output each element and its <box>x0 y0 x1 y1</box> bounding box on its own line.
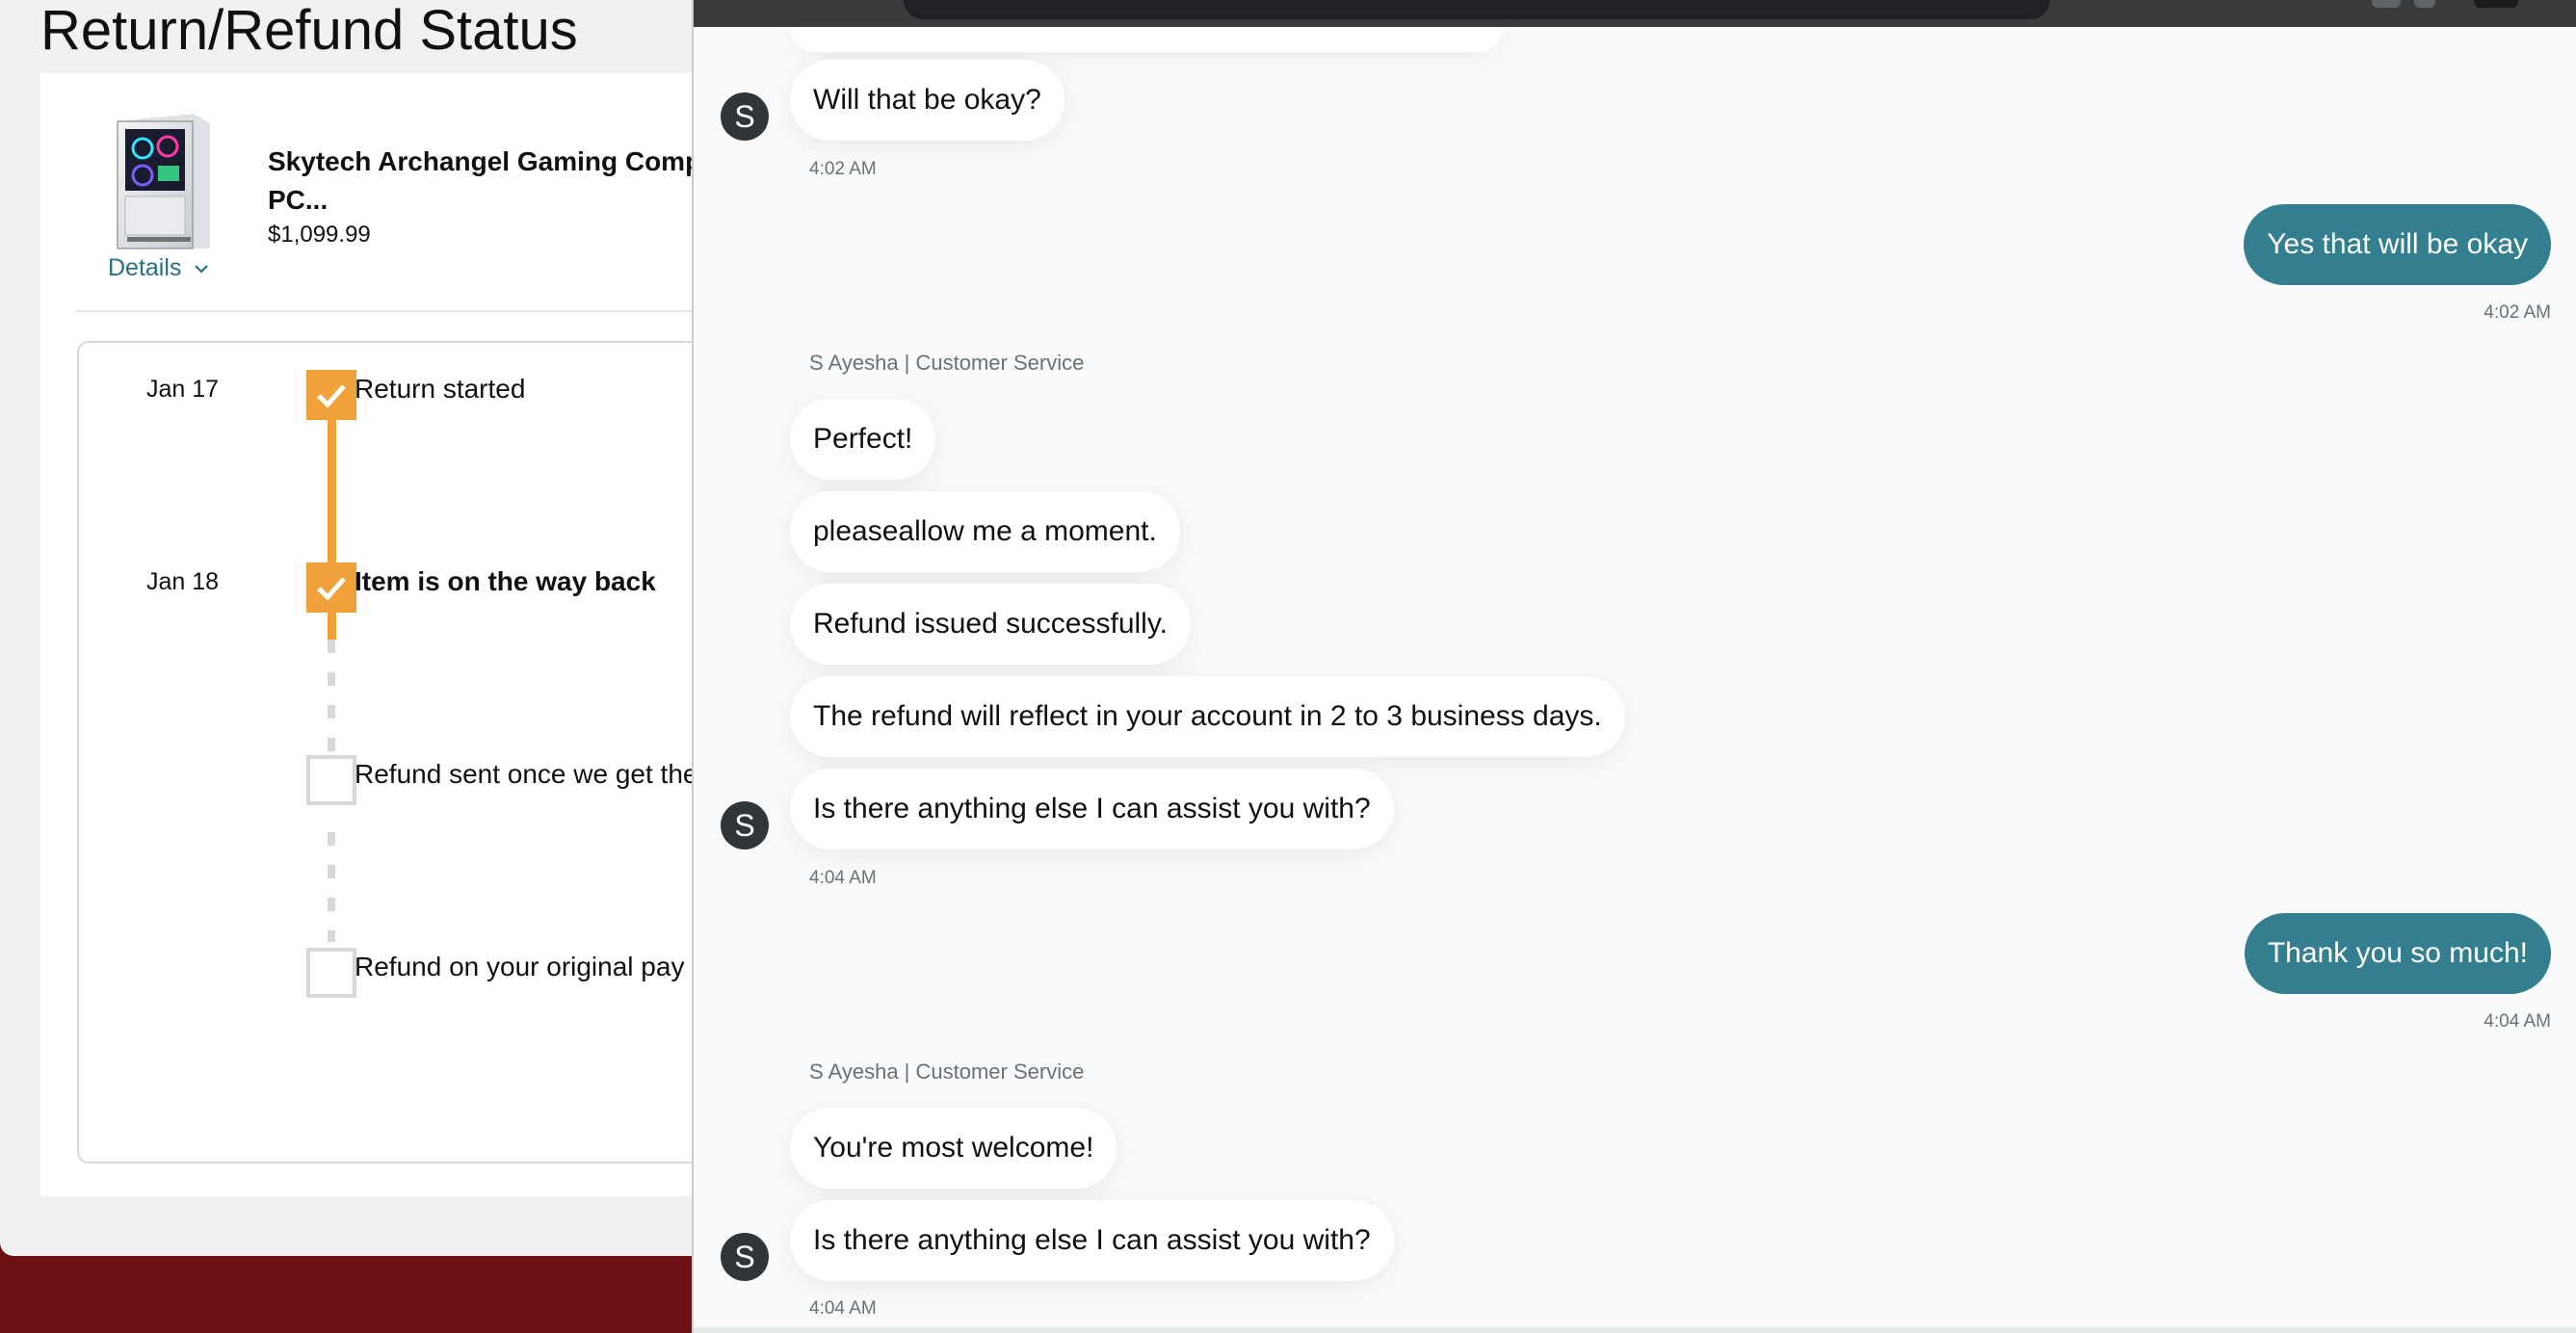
avatar[interactable] <box>2474 0 2518 8</box>
timeline-step-label: Return started <box>355 374 526 404</box>
message-bubble-agent: The refund will reflect in your account … <box>790 676 1625 757</box>
message-bubble-agent: pleaseallow me a moment. <box>790 491 1180 572</box>
details-label: Details <box>108 254 182 281</box>
message-bubble-agent: Will that be okay? <box>790 60 1065 141</box>
message-bubble-agent: Is there anything else I can assist you … <box>790 1200 1394 1281</box>
progress-line-pending <box>328 832 335 942</box>
step-pending-checkbox <box>306 755 356 805</box>
check-icon <box>317 577 346 601</box>
chat-window: Will that be okay? S 4:02 AM Yes that wi… <box>692 0 2576 1333</box>
page-title: Return/Refund Status <box>40 0 578 62</box>
message-timestamp: 4:04 AM <box>2484 1011 2551 1032</box>
agent-name-label: S Ayesha | Customer Service <box>809 1059 1085 1084</box>
address-bar[interactable] <box>904 0 2050 19</box>
message-timestamp: 4:04 AM <box>809 868 877 888</box>
window-bottom-edge <box>694 1327 2576 1333</box>
return-status-window: Return/Refund Status Skytech Archangel G… <box>0 0 732 1256</box>
toolbar-icon[interactable] <box>2372 0 2401 8</box>
chat-transcript[interactable]: Will that be okay? S 4:02 AM Yes that wi… <box>694 27 2576 1333</box>
return-timeline: Jan 17 Return started Jan 18 Item is on … <box>77 341 732 1163</box>
agent-name-label: S Ayesha | Customer Service <box>809 351 1085 375</box>
message-bubble-user: Thank you so much! <box>2244 913 2551 994</box>
message-bubble-agent: You're most welcome! <box>790 1108 1117 1189</box>
divider <box>75 310 732 312</box>
toolbar-icon[interactable] <box>2414 0 2435 8</box>
check-icon <box>317 384 346 408</box>
browser-toolbar <box>694 0 2576 27</box>
message-bubble-user: Yes that will be okay <box>2244 204 2551 285</box>
step-pending-checkbox <box>306 948 356 998</box>
return-card: Skytech Archangel Gaming Comp PC... $1,0… <box>40 73 732 1196</box>
message-bubble-agent: Is there anything else I can assist you … <box>790 769 1394 849</box>
message-timestamp: 4:02 AM <box>809 159 877 179</box>
agent-avatar: S <box>721 801 769 849</box>
message-bubble-agent <box>790 27 1503 52</box>
agent-avatar: S <box>721 92 769 141</box>
step-complete-checkbox <box>306 370 356 420</box>
step-complete-checkbox <box>306 562 356 613</box>
agent-avatar: S <box>721 1233 769 1281</box>
timeline-date: Jan 17 <box>146 376 220 403</box>
message-bubble-agent: Perfect! <box>790 399 936 480</box>
timeline-step-label: Refund sent once we get the <box>355 759 698 789</box>
details-toggle[interactable]: Details <box>108 254 210 282</box>
product-price: $1,099.99 <box>268 222 371 248</box>
chevron-down-icon <box>195 264 209 274</box>
message-timestamp: 4:04 AM <box>809 1298 877 1319</box>
timeline-date: Jan 18 <box>146 568 220 595</box>
message-timestamp: 4:02 AM <box>2484 302 2551 323</box>
message-bubble-agent: Refund issued successfully. <box>790 584 1191 665</box>
timeline-step-label: Item is on the way back <box>355 566 656 596</box>
timeline-step-label: Refund on your original pay <box>355 952 685 981</box>
product-name[interactable]: Skytech Archangel Gaming Comp PC... <box>268 143 732 220</box>
progress-line-pending <box>328 640 335 755</box>
gaming-pc-image[interactable] <box>104 108 216 252</box>
